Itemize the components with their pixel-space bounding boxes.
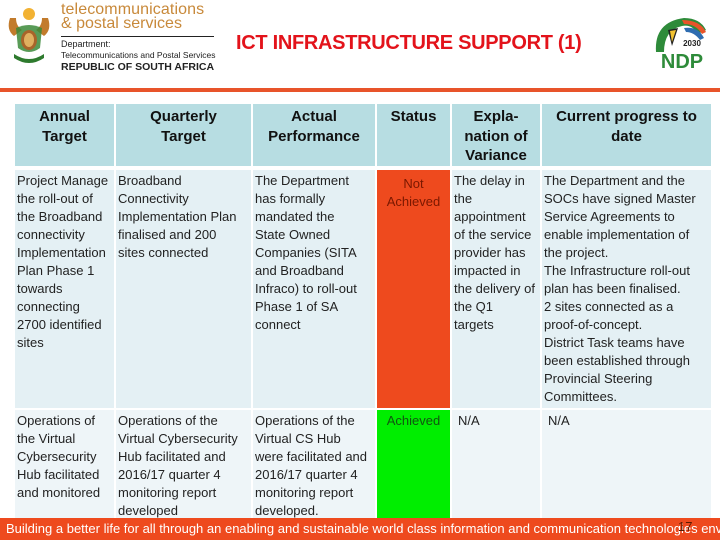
column-header-current-progress: Current progress to date — [542, 104, 711, 166]
page-title: ICT INFRASTRUCTURE SUPPORT (1) — [236, 32, 582, 54]
row-1-actual-performance: The Department has formally mandated the… — [253, 170, 375, 408]
column-header-label: Current progress to date — [556, 108, 697, 145]
row-1-annual-target: Project Manage the roll-out of the Broad… — [15, 170, 114, 408]
row-2-annual-target: Operations of the Virtual Cybersecurity … — [15, 410, 114, 520]
logo-line-postal-services: & postal services — [61, 15, 182, 32]
column-header-label: Quarterly Target — [150, 108, 217, 145]
ndp-logo-year: 2030 — [683, 39, 701, 48]
footer-bar: Building a better life for all through a… — [0, 518, 720, 540]
row-1-quarterly-target: Broadband Connectivity Implementation Pl… — [116, 170, 251, 408]
column-header-label: Status — [390, 108, 437, 125]
logo-line-country: REPUBLIC OF SOUTH AFRICA — [61, 61, 215, 73]
row-1-explanation: The delay in the appointment of the serv… — [452, 170, 540, 408]
logo-divider — [61, 36, 214, 37]
cell-text: Operations of the Virtual Cybersecurity … — [118, 413, 238, 518]
column-header-label: Actual Performance — [268, 108, 360, 145]
cell-text: Broadband Connectivity Implementation Pl… — [118, 173, 237, 260]
ndp-logo-text: NDP — [661, 51, 703, 72]
logo-line-department: Department: — [61, 39, 111, 49]
cell-text: The delay in the appointment of the serv… — [454, 173, 535, 332]
row-2-actual-performance: Operations of the Virtual CS Hub were fa… — [253, 410, 375, 520]
column-header-explanation-of-variance: Expla- nation of Variance — [452, 104, 540, 166]
row-2-status-badge: Achieved — [377, 410, 450, 520]
row-1-status-badge: Not Achieved — [377, 170, 450, 408]
ndp-2030-logo: 2030 NDP — [655, 18, 706, 72]
column-header-label: Expla- nation of Variance — [464, 108, 528, 164]
cell-text: Project Manage the roll-out of the Broad… — [17, 173, 109, 350]
row-2-explanation: N/A — [452, 410, 540, 520]
cell-text: N/A — [458, 413, 480, 428]
cell-text: Operations of the Virtual CS Hub were fa… — [255, 413, 368, 518]
header-divider — [0, 88, 720, 92]
cell-text: The Department and the SOCs have signed … — [544, 173, 696, 404]
coat-of-arms-logo — [8, 8, 50, 63]
row-1-current-progress: The Department and the SOCs have signed … — [542, 170, 711, 408]
row-2-quarterly-target: Operations of the Virtual Cybersecurity … — [116, 410, 251, 520]
row-2-current-progress: N/A — [542, 410, 711, 520]
column-header-label: Annual Target — [39, 108, 90, 145]
page-number: 17 — [678, 519, 693, 534]
column-header-status: Status — [377, 104, 450, 166]
cell-text: N/A — [548, 413, 570, 428]
status-text: Achieved — [386, 413, 441, 428]
column-header-quarterly-target: Quarterly Target — [116, 104, 251, 166]
column-header-actual-performance: Actual Performance — [253, 104, 375, 166]
footer-slogan: Building a better life for all through a… — [6, 521, 720, 536]
column-header-annual-target: Annual Target — [15, 104, 114, 166]
status-text: Not Achieved — [386, 176, 441, 209]
department-logo: telecommunications & postal services Dep… — [61, 2, 241, 73]
cell-text: Operations of the Virtual Cybersecurity … — [17, 413, 101, 500]
logo-line-department-name: Telecommunications and Postal Services — [61, 50, 216, 60]
cell-text: The Department has formally mandated the… — [255, 173, 357, 332]
